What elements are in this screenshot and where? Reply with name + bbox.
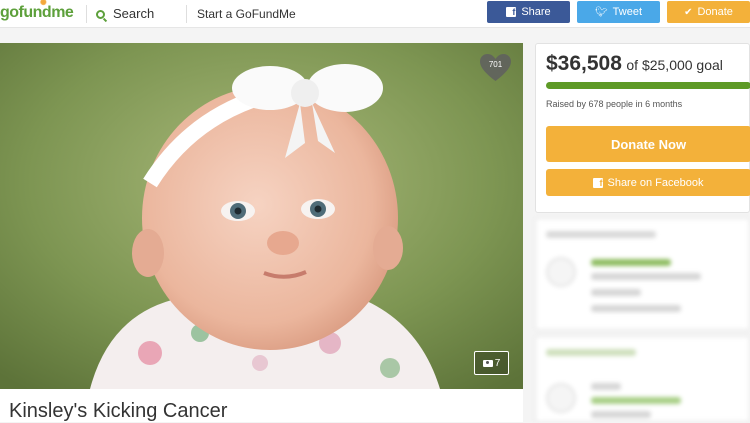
logo-sun-icon: ✺ [40, 0, 47, 7]
blurred-text [591, 397, 681, 404]
gofundme-logo[interactable]: gofundme ✺ [0, 0, 74, 22]
donate-top-button[interactable]: ✔ Donate [667, 1, 750, 23]
campaign-title: Kinsley's Kicking Cancer [9, 400, 228, 422]
donation-card: $36,508 of $25,000 goal Raised by 678 pe… [535, 43, 750, 213]
donor-avatar [546, 383, 576, 413]
tweet-button[interactable]: 🐦︎ Tweet [577, 1, 660, 23]
raised-by-text: Raised by 678 people in 6 months [546, 99, 683, 109]
organizer-card-blurred [535, 218, 750, 330]
facebook-icon: f [506, 7, 517, 17]
nav-divider [186, 5, 187, 23]
progress-bar [546, 82, 750, 89]
top-nav: gofundme ✺ Search Start a GoFundMe f Sha… [0, 0, 750, 28]
blurred-text [546, 231, 656, 238]
search-icon [96, 10, 105, 19]
start-gofundme-link[interactable]: Start a GoFundMe [197, 7, 296, 21]
baby-photo-illustration [0, 43, 523, 389]
campaign-photo[interactable]: 701 7 [0, 43, 523, 389]
search-label: Search [113, 6, 155, 21]
recent-donations-blurred [535, 336, 750, 422]
blurred-text [591, 259, 671, 266]
donate-label: Donate [697, 6, 733, 18]
tweet-label: Tweet [612, 6, 643, 18]
photo-count: 7 [494, 357, 501, 369]
blurred-text [591, 273, 701, 280]
amount-raised: $36,508 of $25,000 goal [546, 52, 723, 76]
blurred-text [591, 305, 681, 312]
photo-count-button[interactable]: 7 [474, 351, 509, 375]
goal-text: of $25,000 goal [626, 57, 723, 73]
twitter-icon: 🐦︎ [594, 6, 608, 18]
blurred-text [591, 411, 651, 418]
donate-now-button[interactable]: Donate Now [546, 126, 750, 162]
blurred-text [591, 289, 641, 296]
heart-count: 701 [488, 60, 503, 69]
search-link[interactable]: Search [96, 6, 154, 21]
camera-icon [482, 359, 493, 367]
facebook-icon: f [593, 177, 604, 188]
facebook-share-button[interactable]: f Share [487, 1, 570, 23]
share-facebook-label: Share on Facebook [607, 176, 704, 189]
nav-divider [86, 5, 87, 23]
check-icon: ✔ [684, 6, 693, 18]
blurred-text [546, 349, 636, 356]
share-facebook-button[interactable]: f Share on Facebook [546, 169, 750, 196]
organizer-avatar [546, 257, 576, 287]
progress-fill [546, 82, 750, 89]
blurred-text [591, 383, 621, 390]
raised-amount: $36,508 [546, 52, 622, 75]
share-label: Share [521, 6, 551, 18]
